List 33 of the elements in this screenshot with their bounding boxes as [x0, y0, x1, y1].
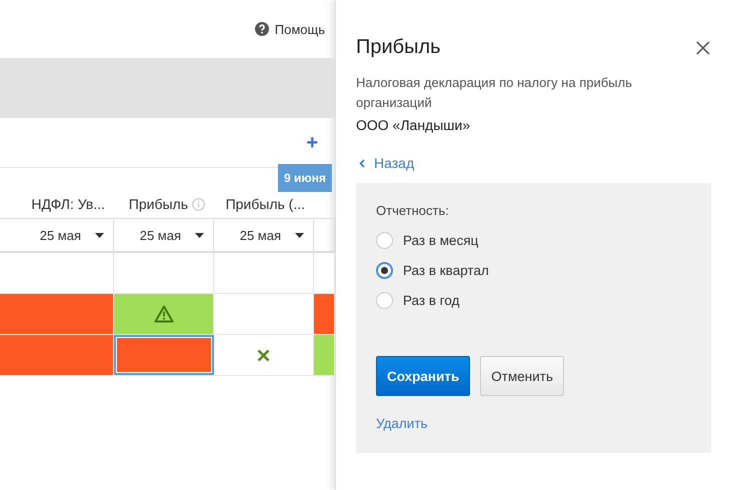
cancel-button[interactable]: Отменить: [480, 356, 564, 396]
date-badge: 9 июня: [278, 164, 332, 192]
date-dropdown[interactable]: 25 мая: [0, 219, 114, 251]
radio-button[interactable]: [376, 232, 393, 248]
warning-icon: [154, 305, 174, 323]
column-header: НДФЛ: Ув...: [31, 196, 105, 212]
chevron-left-icon[interactable]: [359, 158, 365, 168]
help-link[interactable]: Помощь: [274, 22, 325, 36]
radio-button[interactable]: [376, 292, 393, 308]
delete-link[interactable]: Удалить: [376, 416, 428, 431]
radio-label[interactable]: Раз в месяц: [403, 232, 478, 248]
radio-label[interactable]: Раз в год: [403, 292, 460, 308]
status-cell[interactable]: [114, 335, 214, 375]
field-label: Отчетность:: [376, 203, 450, 218]
close-icon[interactable]: [696, 40, 710, 54]
radio-button[interactable]: [376, 262, 393, 278]
caret-icon: [95, 232, 104, 238]
help-icon[interactable]: [254, 22, 269, 36]
caret-icon: [195, 232, 204, 238]
info-icon[interactable]: [192, 198, 205, 210]
column-header: Прибыль (...: [226, 196, 305, 212]
back-link[interactable]: Назад: [374, 155, 414, 171]
radio-label[interactable]: Раз в квартал: [403, 262, 489, 278]
cross-icon: [257, 348, 270, 362]
panel-subtitle: Налоговая декларация по налогу на прибыль организаций: [356, 74, 633, 112]
company-name: ООО «Ландыши»: [356, 117, 472, 133]
date-dropdown[interactable]: 25 мая: [214, 219, 314, 251]
date-dropdown[interactable]: 25 мая: [114, 219, 214, 251]
panel-title: Прибыль: [356, 36, 441, 59]
save-button[interactable]: Сохранить: [376, 356, 470, 396]
column-header: Прибыль: [128, 196, 188, 212]
caret-icon: [295, 232, 304, 238]
add-button[interactable]: +: [306, 132, 318, 152]
